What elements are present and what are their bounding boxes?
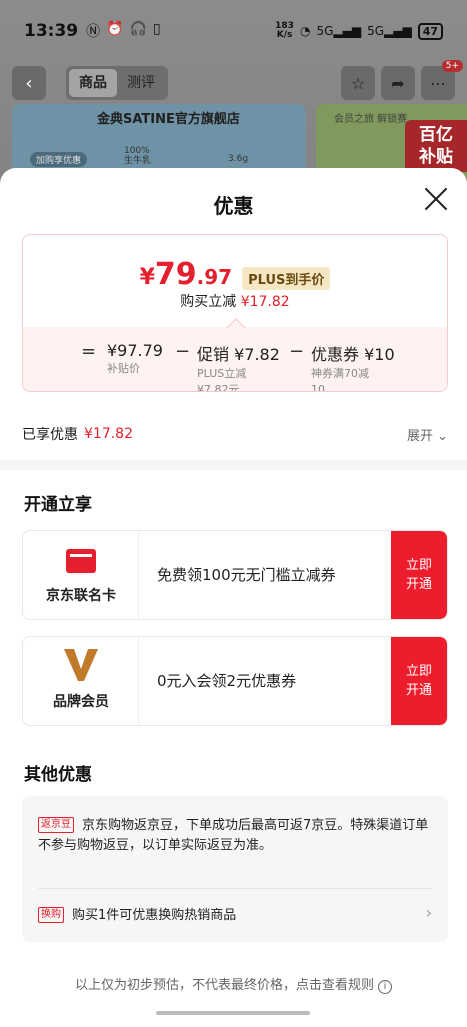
banner-protein: 3.6g <box>228 154 249 164</box>
brand-member-desc: 0元入会领2元优惠券 <box>157 672 297 690</box>
jd-card-open-button[interactable]: 立即 开通 <box>391 531 447 619</box>
nav-actions: ☆ ➦ ⋯ 5+ <box>341 60 463 100</box>
price-card: ¥79.97 PLUS到手价 购买立减 ¥17.82 = ¥97.79 补贴价 … <box>22 234 448 392</box>
status-bar: 13:39 Ⓝ ⏰ 🎧 ▯ 183 K/s ◔ 5G▂▄▆ 5G▂▄▆ 47 <box>0 0 467 62</box>
nfc-icon: Ⓝ <box>86 24 101 40</box>
headphones-icon: 🎧 <box>129 21 147 37</box>
info-icon[interactable]: i <box>378 980 392 994</box>
enjoyed-label: 已享优惠 <box>22 427 78 443</box>
subsidy-badge: 百亿 补贴 <box>405 120 467 172</box>
chevron-down-icon: ⌄ <box>437 428 448 444</box>
open-section-title: 开通立享 <box>24 495 92 515</box>
jd-card-name: 京东联名卡 <box>46 588 116 604</box>
tab-review[interactable]: 测评 <box>117 69 165 97</box>
banner2-tag: 会员之旅 解锁赛 <box>334 114 408 125</box>
reduce-value: ¥17.82 <box>240 294 290 310</box>
vibrate-icon: ▯ <box>153 21 161 37</box>
close-button[interactable] <box>423 186 449 212</box>
jd-bean-text: 京东购物返京豆，下单成功后最高可返7京豆。特殊渠道订单不参与购物返豆，以订单实际… <box>38 818 429 853</box>
sheet-title: 优惠 <box>213 194 254 218</box>
jd-bean-rebate-item: 返京豆 京东购物返京豆，下单成功后最高可返7京豆。特殊渠道订单不参与购物返豆，以订… <box>38 816 434 856</box>
wifi-icon: ◔ <box>299 24 311 38</box>
jd-card-logo-area: 京东联名卡 <box>23 531 139 619</box>
calc-promotion: 促销 ¥7.82 PLUS立减 ¥7.82元 <box>197 345 280 392</box>
signal-icon-1: 5G▂▄▆ <box>316 24 362 38</box>
calc-coupon: 优惠券 ¥10 神券满70减 10 <box>311 345 395 392</box>
status-time: 13:39 <box>24 21 79 41</box>
brand-logo-area: 品牌会员 <box>23 637 139 725</box>
tab-product[interactable]: 商品 <box>69 69 117 97</box>
brand-member-card[interactable]: 品牌会员 0元入会领2元优惠券 立即 开通 <box>22 636 448 726</box>
credit-card-icon <box>66 549 96 573</box>
home-indicator[interactable] <box>156 1011 310 1015</box>
status-right: 183 K/s ◔ 5G▂▄▆ 5G▂▄▆ 47 <box>275 22 443 40</box>
equals-sign: = <box>81 341 97 362</box>
back-button[interactable]: ‹ <box>12 66 46 100</box>
star-icon: ☆ <box>350 73 366 93</box>
final-price: ¥79.97 <box>139 257 233 292</box>
price-calculation: = ¥97.79 补贴价 − 促销 ¥7.82 PLUS立减 ¥7.82元 − … <box>23 341 447 391</box>
minus-sign-2: − <box>289 341 305 362</box>
net-speed: 183 K/s <box>275 21 294 40</box>
other-separator <box>38 888 432 889</box>
favorite-button[interactable]: ☆ <box>341 66 375 100</box>
calc-subsidy-price: ¥97.79 补贴价 <box>107 341 163 375</box>
brand-member-open-button[interactable]: 立即 开通 <box>391 637 447 725</box>
banner-percent: 100% 生牛乳 <box>124 146 152 166</box>
share-icon: ➦ <box>391 73 405 93</box>
cart-badge: 5+ <box>441 60 463 72</box>
minus-sign-1: − <box>175 341 191 362</box>
product-tabs: 商品 测评 <box>66 66 168 100</box>
signal-icon-2: 5G▂▄▆ <box>367 24 412 38</box>
exchange-purchase-item[interactable]: 换购 购买1件可优惠换购热销商品 <box>38 906 434 926</box>
final-price-row: ¥79.97 PLUS到手价 <box>23 257 447 292</box>
brand-member-name: 品牌会员 <box>53 694 109 710</box>
share-button[interactable]: ➦ <box>381 66 415 100</box>
top-navigation: ‹ 商品 测评 ☆ ➦ ⋯ 5+ <box>0 60 467 102</box>
more-button[interactable]: ⋯ 5+ <box>421 60 463 100</box>
expand-button[interactable]: 展开 ⌄ <box>407 425 448 444</box>
more-icon: ⋯ <box>430 73 446 93</box>
plus-price-tag: PLUS到手价 <box>242 267 331 290</box>
chevron-left-icon: ‹ <box>25 72 33 94</box>
brand-v-logo-icon <box>64 649 98 681</box>
footer-note[interactable]: 以上仅为初步预估，不代表最终价格，点击查看规则 i <box>0 974 467 994</box>
alarm-icon: ⏰ <box>106 21 124 37</box>
reduce-label: 购买立减 <box>180 294 237 310</box>
jd-card-desc: 免费领100元无门槛立减券 <box>157 566 336 584</box>
reduce-row: 购买立减 ¥17.82 <box>23 291 447 311</box>
exchange-tag: 换购 <box>38 907 64 923</box>
enjoyed-value: ¥17.82 <box>84 426 133 442</box>
banner-tag: 加购享优惠 <box>30 152 88 167</box>
exchange-text: 购买1件可优惠换购热销商品 <box>72 908 237 923</box>
other-section-title: 其他优惠 <box>24 765 92 785</box>
section-divider <box>0 460 467 470</box>
jd-bean-tag: 返京豆 <box>38 817 74 833</box>
battery-icon: 47 <box>417 22 443 40</box>
other-discounts-box: 返京豆 京东购物返京豆，下单成功后最高可返7京豆。特殊渠道订单不参与购物返豆，以订… <box>22 796 448 942</box>
enjoyed-discount-row: 已享优惠 ¥17.82 展开 ⌄ <box>22 424 448 444</box>
status-icons: Ⓝ ⏰ 🎧 ▯ <box>86 21 161 41</box>
jd-cobrand-card[interactable]: 京东联名卡 免费领100元无门槛立减券 立即 开通 <box>22 530 448 620</box>
discount-sheet: 优惠 ¥79.97 PLUS到手价 购买立减 ¥17.82 = ¥97.79 补… <box>0 168 467 1027</box>
banner-title: 金典SATINE官方旗舰店 <box>97 112 240 127</box>
chevron-right-icon[interactable]: › <box>426 903 432 922</box>
